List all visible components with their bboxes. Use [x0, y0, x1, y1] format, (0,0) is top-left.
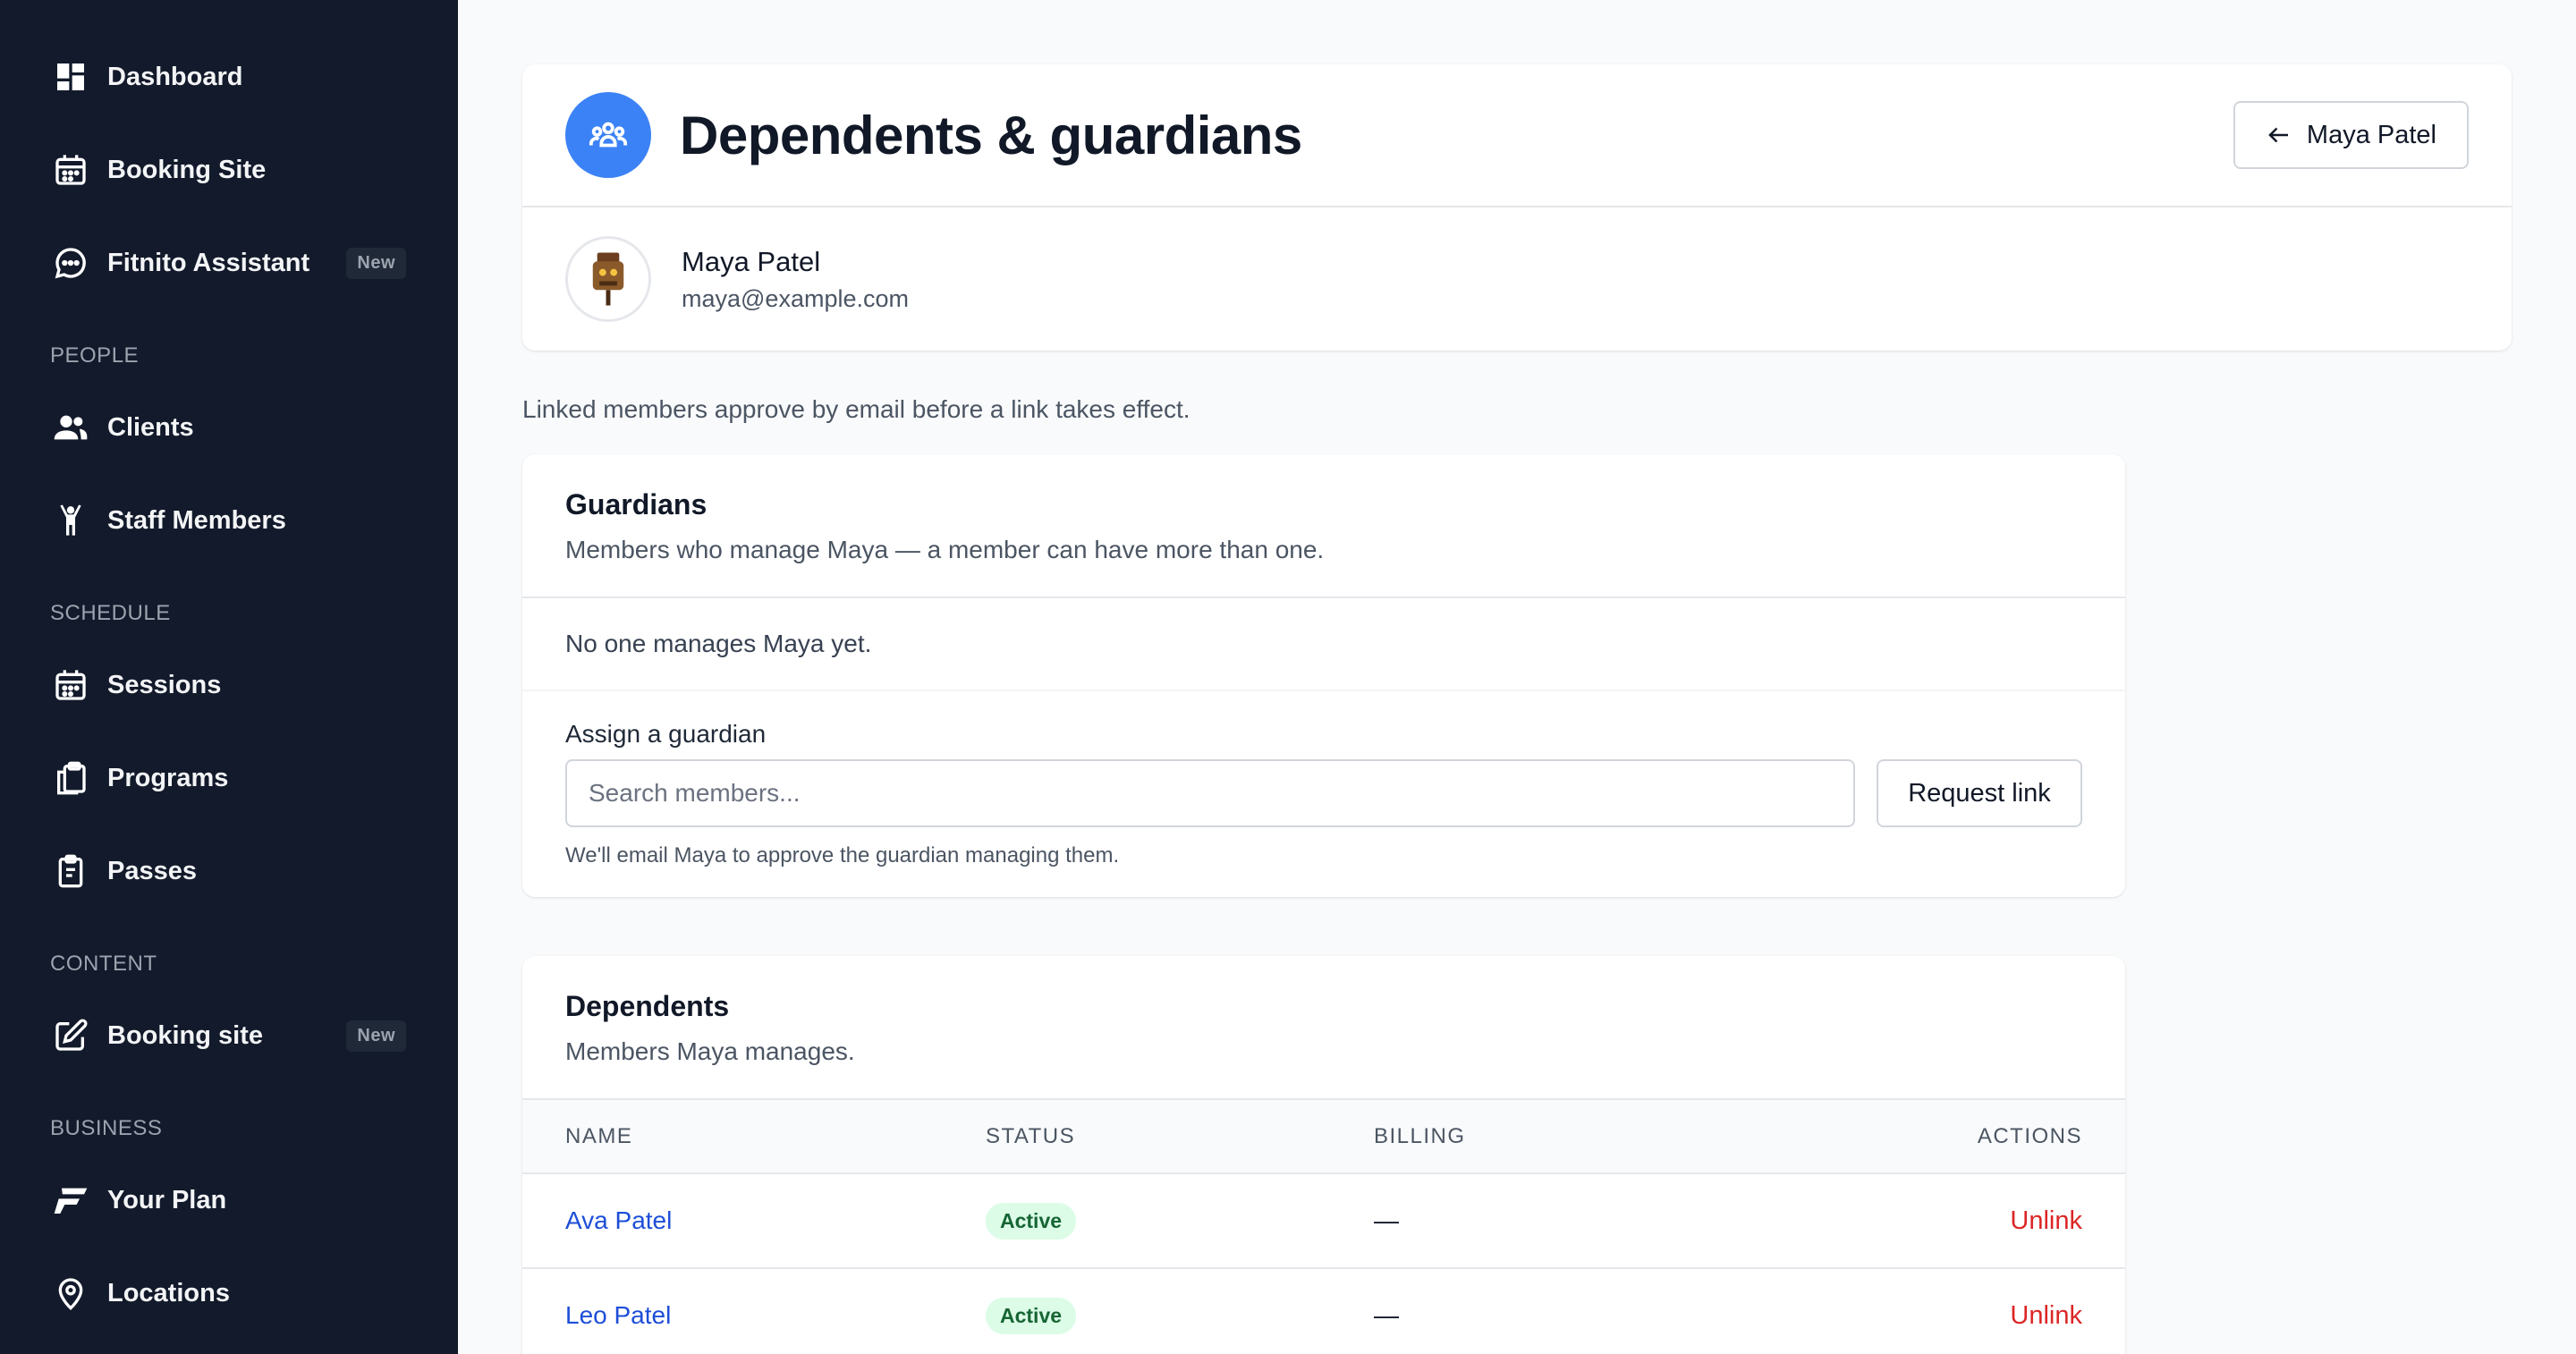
main-content: Dependents & guardians Maya Patel Maya P…: [458, 0, 2576, 1354]
person-arms-up-icon: [52, 502, 89, 539]
member-name: Maya Patel: [682, 245, 821, 277]
avatar: [565, 236, 651, 322]
sidebar-item-passes[interactable]: Passes: [0, 825, 458, 918]
app-root: Dashboard Booking Site Fitnito Assistant…: [0, 0, 2576, 1354]
dependent-name-link[interactable]: Leo Patel: [565, 1301, 671, 1329]
sidebar-item-dashboard[interactable]: Dashboard: [0, 30, 458, 123]
page-header: Dependents & guardians Maya Patel: [522, 64, 2512, 207]
assign-guardian-help: We'll email Maya to approve the guardian…: [565, 843, 1120, 867]
guardians-header: Guardians Members who manage Maya — a me…: [522, 454, 2125, 598]
sidebar-item-booking-site[interactable]: Booking Site: [0, 123, 458, 216]
dependent-name-link[interactable]: Ava Patel: [565, 1206, 672, 1234]
unlink-button[interactable]: Unlink: [2010, 1206, 2082, 1235]
unlink-button[interactable]: Unlink: [2010, 1301, 2082, 1330]
assign-guardian-row: Request link: [565, 759, 2082, 827]
header-card: Dependents & guardians Maya Patel Maya P…: [522, 64, 2512, 351]
chat-icon: [52, 244, 89, 282]
member-email: maya@example.com: [682, 284, 909, 312]
sidebar-item-label: Locations: [107, 1278, 230, 1307]
sidebar-item-your-plan[interactable]: Your Plan: [0, 1154, 458, 1247]
new-badge: New: [346, 247, 406, 279]
sidebar-section-schedule: SCHEDULE: [50, 601, 171, 625]
sidebar-item-label: Sessions: [107, 670, 222, 699]
users-icon: [52, 409, 89, 446]
calendar-icon: [52, 151, 89, 189]
assign-guardian-label: Assign a guardian: [565, 720, 767, 748]
cell-billing: —: [1331, 1268, 1715, 1354]
family-icon: [565, 92, 651, 178]
sidebar-item-label: Passes: [107, 856, 197, 885]
dependents-header: Dependents Members Maya manages.: [522, 956, 2125, 1100]
request-link-button[interactable]: Request link: [1877, 759, 2082, 827]
member-search-input[interactable]: [565, 759, 1855, 827]
cell-name: Leo Patel: [522, 1268, 943, 1354]
guardians-description: Members who manage Maya — a member can h…: [565, 536, 1325, 563]
dashboard-icon: [52, 58, 89, 96]
brand-f-icon: [52, 1181, 89, 1219]
table-header-row: NAME STATUS BILLING ACTIONS: [522, 1100, 2125, 1174]
dependents-table: NAME STATUS BILLING ACTIONS Ava Patel Ac…: [522, 1100, 2125, 1354]
sidebar-item-label: Clients: [107, 412, 194, 442]
cell-actions: Unlink: [1714, 1173, 2125, 1269]
clipboard-icon: [52, 852, 89, 890]
member-summary: Maya Patel maya@example.com: [522, 207, 2512, 351]
guardians-empty-state: No one manages Maya yet.: [522, 598, 2125, 691]
column-header-billing: BILLING: [1331, 1100, 1715, 1174]
cell-actions: Unlink: [1714, 1268, 2125, 1354]
table-row: Ava Patel Active — Unlink: [522, 1173, 2125, 1269]
sidebar-item-booking-site-content[interactable]: Booking site New: [0, 989, 458, 1082]
cell-name: Ava Patel: [522, 1173, 943, 1269]
sidebar-section-content: CONTENT: [50, 952, 157, 976]
guardians-title: Guardians: [565, 488, 708, 520]
sidebar: Dashboard Booking Site Fitnito Assistant…: [0, 0, 458, 1354]
dependents-card: Dependents Members Maya manages. NAME ST…: [522, 956, 2125, 1354]
cell-status: Active: [943, 1268, 1331, 1354]
sidebar-item-label: Programs: [107, 763, 229, 792]
assign-guardian-form: Assign a guardian Request link We'll ema…: [522, 691, 2125, 897]
clipboard-copy-icon: [52, 759, 89, 797]
sidebar-section-business: BUSINESS: [50, 1116, 163, 1140]
status-badge: Active: [986, 1202, 1077, 1240]
edit-icon: [52, 1017, 89, 1054]
table-row: Leo Patel Active — Unlink: [522, 1268, 2125, 1354]
sidebar-item-programs[interactable]: Programs: [0, 732, 458, 825]
sidebar-section-people: PEOPLE: [50, 343, 140, 368]
new-badge: New: [346, 1020, 406, 1052]
sidebar-item-label: Dashboard: [107, 62, 243, 91]
arrow-left-icon: [2268, 127, 2288, 143]
sidebar-item-label: Staff Members: [107, 505, 286, 535]
map-pin-icon: [52, 1274, 89, 1312]
dependents-title: Dependents: [565, 990, 730, 1022]
sidebar-item-label: Your Plan: [107, 1185, 227, 1214]
column-header-name: NAME: [522, 1100, 943, 1174]
sidebar-item-fitnito-assistant[interactable]: Fitnito Assistant New: [0, 216, 458, 309]
sidebar-item-label: Booking Site: [107, 155, 267, 184]
status-badge: Active: [986, 1297, 1077, 1334]
column-header-status: STATUS: [943, 1100, 1331, 1174]
sidebar-item-label: Fitnito Assistant: [107, 248, 310, 277]
page-title: Dependents & guardians: [680, 105, 1302, 165]
approval-note: Linked members approve by email before a…: [522, 395, 1191, 423]
dependents-description: Members Maya manages.: [565, 1037, 855, 1065]
back-button-label: Maya Patel: [2306, 120, 2436, 149]
cell-billing: —: [1331, 1173, 1715, 1269]
sidebar-item-clients[interactable]: Clients: [0, 381, 458, 474]
member-details: Maya Patel maya@example.com: [682, 246, 909, 313]
sidebar-item-staff-members[interactable]: Staff Members: [0, 474, 458, 567]
calendar-icon: [52, 666, 89, 704]
back-to-member-button[interactable]: Maya Patel: [2233, 101, 2469, 169]
sidebar-item-locations[interactable]: Locations: [0, 1247, 458, 1340]
sidebar-item-label: Booking site: [107, 1020, 264, 1050]
sidebar-item-sessions[interactable]: Sessions: [0, 639, 458, 732]
column-header-actions: ACTIONS: [1714, 1100, 2125, 1174]
guardians-card: Guardians Members who manage Maya — a me…: [522, 454, 2125, 897]
cell-status: Active: [943, 1173, 1331, 1269]
